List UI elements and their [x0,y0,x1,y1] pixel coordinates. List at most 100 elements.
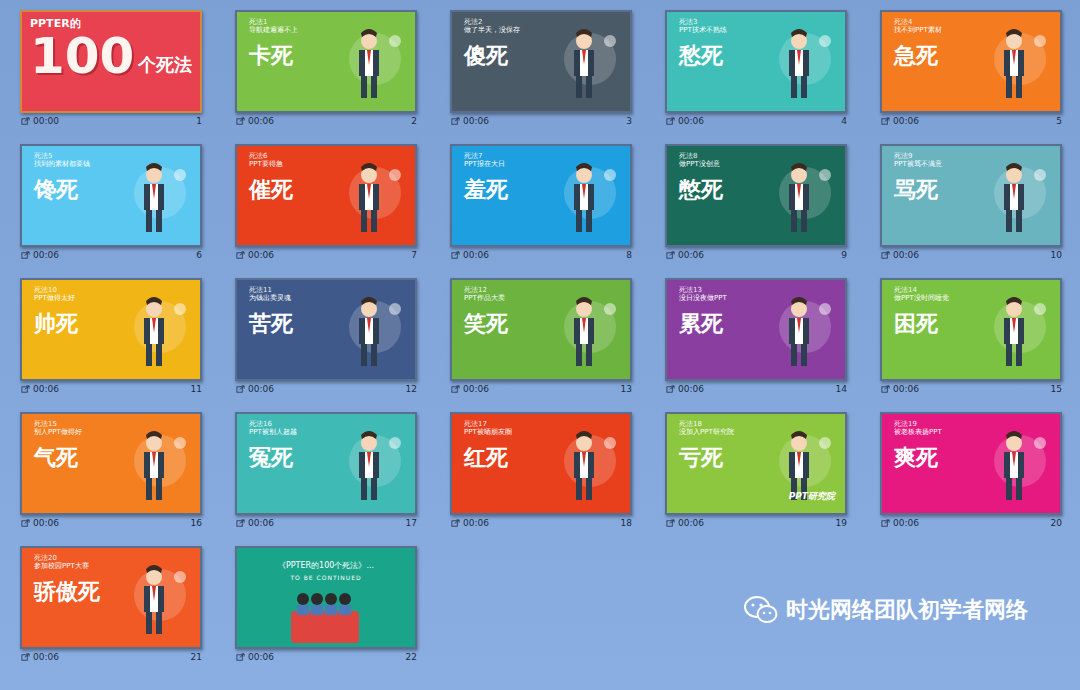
slide-subtitle: 找到的素材都要钱 [34,160,200,169]
slide-thumbnail[interactable]: 死法1导航建遍遍不上卡死00:062 [235,10,417,129]
slide-thumbnail[interactable]: 死法8做PPT没创意憋死00:069 [665,144,847,263]
slide-preview[interactable]: 死法12PPT作品大卖笑死 [450,278,632,381]
slide-thumbnail[interactable]: 死法15别人PPT做得好气死00:0616 [20,412,202,531]
slide-thumbnail[interactable]: 死法18没加入PPT研究院亏死PPT研究院00:0619 [665,412,847,531]
slide-thumbnail[interactable]: 死法12PPT作品大卖笑死00:0613 [450,278,632,397]
slide-number: 12 [406,384,417,394]
slide-preview[interactable]: 死法9PPT被骂不满意骂死 [880,144,1062,247]
slide-caption: 00:0620 [880,515,1062,531]
slide-thumbnail[interactable]: 死法5找到的素材都要钱馋死00:066 [20,144,202,263]
slide-title: 苦死 [249,311,415,337]
slide-preview[interactable]: 死法5找到的素材都要钱馋死 [20,144,202,247]
slide-thumbnail[interactable]: PPTER的100个死法00:001 [20,10,202,129]
slide-time: 00:06 [666,116,704,126]
slide-illustration [544,421,624,509]
slide-thumbnail[interactable]: 《PPTER的100个死法》...TO BE CONTINUED00:0622 [235,546,417,665]
slide-label: 死法20 [34,554,200,562]
slide-number: 5 [1056,116,1062,126]
slide-label: 死法6 [249,152,415,160]
slide-thumbnail[interactable]: 死法2做了半天，没保存傻死00:063 [450,10,632,129]
slide-time: 00:06 [451,384,489,394]
slide-thumbnail[interactable]: 死法9PPT被骂不满意骂死00:0610 [880,144,1062,263]
transition-icon [236,653,245,662]
transition-icon [881,385,890,394]
slide-number: 17 [406,518,417,528]
slide-label: 死法15 [34,420,200,428]
slide-grid: PPTER的100个死法00:001 死法1导航建遍遍不上卡死00:062 死法2做… [20,10,1080,665]
slide-time: 00:06 [451,116,489,126]
slide-preview[interactable]: 死法20参加校园PPT大赛骄傲死 [20,546,202,649]
slide-thumbnail[interactable]: 死法7PPT报在大日羞死00:068 [450,144,632,263]
transition-icon [236,385,245,394]
slide-illustration [544,19,624,107]
slide-illustration [329,19,409,107]
slide-title: 骂死 [894,177,1060,203]
slide-preview[interactable]: 死法16PPT被别人超越冤死 [235,412,417,515]
transition-icon [451,385,460,394]
slide-time: 00:06 [236,652,274,662]
transition-icon [881,519,890,528]
slide-time: 00:06 [881,518,919,528]
slide-caption: 00:001 [20,113,202,129]
slide-thumbnail[interactable]: 死法11为钱出卖灵魂苦死00:0612 [235,278,417,397]
slide-title: 爽死 [894,445,1060,471]
slide-number: 4 [841,116,847,126]
slide-preview[interactable]: 死法6PPT要得急催死 [235,144,417,247]
slide-caption: 00:068 [450,247,632,263]
slide-caption: 00:0622 [235,649,417,665]
slide-label: 死法10 [34,286,200,294]
slide-label: 死法17 [464,420,630,428]
slide-subtitle: 做PPT没时间睡觉 [894,294,1060,303]
watermark: 时光网络团队初学者网络 [744,595,1062,665]
slide-subtitle: 做了半天，没保存 [464,26,630,35]
slide-thumbnail[interactable]: 死法17PPT被晒朋友圈红死00:0618 [450,412,632,531]
slide-preview[interactable]: 死法4找不到PPT素材急死 [880,10,1062,113]
slide-number: 19 [836,518,847,528]
slide-preview[interactable]: 死法19被老板表扬PPT爽死 [880,412,1062,515]
slide-thumbnail[interactable]: 死法10PPT做得太好帅死00:0611 [20,278,202,397]
slide-thumbnail[interactable]: 死法3PPT技术不熟练愁死 00:06 4 [665,10,847,129]
slide-illustration [974,421,1054,509]
slide-preview[interactable]: 死法13没日没夜做PPT累死 [665,278,847,381]
slide-preview[interactable]: 死法15别人PPT做得好气死 [20,412,202,515]
slide-illustration [974,19,1054,107]
slide-number: 11 [191,384,202,394]
slide-thumbnail[interactable]: 死法4找不到PPT素材急死00:065 [880,10,1062,129]
slide-preview[interactable]: 死法17PPT被晒朋友圈红死 [450,412,632,515]
slide-thumbnail[interactable]: 死法13没日没夜做PPT累死00:0614 [665,278,847,397]
slide-subtitle: 导航建遍遍不上 [249,26,415,35]
slide-preview[interactable]: PPTER的100个死法 [20,10,202,113]
slide-caption: 00:0613 [450,381,632,397]
slide-preview[interactable]: 死法7PPT报在大日羞死 [450,144,632,247]
slide-preview[interactable]: 死法10PPT做得太好帅死 [20,278,202,381]
slide-preview[interactable]: 死法1导航建遍遍不上卡死 [235,10,417,113]
cover-eyebrow: PPTER的 [30,16,192,31]
slide-preview[interactable]: 《PPTER的100个死法》...TO BE CONTINUED [235,546,417,649]
slide-caption: 00:0618 [450,515,632,531]
slide-time: 00:06 [236,518,274,528]
slide-preview[interactable]: 死法14做PPT没时间睡觉困死 [880,278,1062,381]
slide-label: 死法12 [464,286,630,294]
slide-preview[interactable]: 死法2做了半天，没保存傻死 [450,10,632,113]
slide-subtitle: 参加校园PPT大赛 [34,562,200,571]
slide-preview[interactable]: 死法3PPT技术不熟练愁死 [665,10,847,113]
slide-title: 亏死 [679,445,845,471]
transition-icon [21,251,30,260]
slide-thumbnail[interactable]: 死法20参加校园PPT大赛骄傲死00:0621 [20,546,202,665]
slide-caption: 00:066 [20,247,202,263]
slide-label: 死法19 [894,420,1060,428]
slide-illustration [329,287,409,375]
slide-thumbnail[interactable]: 死法14做PPT没时间睡觉困死00:0615 [880,278,1062,397]
slide-preview[interactable]: 死法8做PPT没创意憋死 [665,144,847,247]
slide-caption: 00:06 17 [235,515,417,531]
slide-preview[interactable]: 死法18没加入PPT研究院亏死PPT研究院 [665,412,847,515]
slide-preview[interactable]: 死法11为钱出卖灵魂苦死 [235,278,417,381]
slide-thumbnail[interactable]: 死法6PPT要得急催死00:067 [235,144,417,263]
slide-caption: 00:062 [235,113,417,129]
transition-icon [21,519,30,528]
slide-thumbnail[interactable]: 死法16PPT被别人超越冤死 00:06 17 [235,412,417,531]
slide-illustration [544,153,624,241]
slide-subtitle: PPT被别人超越 [249,428,415,437]
slide-thumbnail[interactable]: 死法19被老板表扬PPT爽死00:0620 [880,412,1062,531]
transition-icon [21,385,30,394]
